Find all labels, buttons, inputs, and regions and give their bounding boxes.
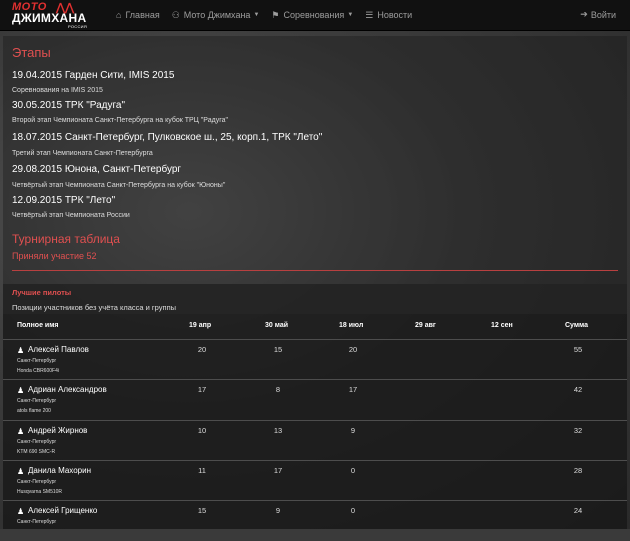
total-cell: 24 [573,506,583,515]
column-header-name: Полное имя [17,322,59,329]
total-cell: 55 [573,345,583,354]
nav-news[interactable]: ☰ Новости [365,10,412,21]
panel-subtitle: Позиции участников без учёта класса и гр… [12,303,177,312]
nav-competitions[interactable]: ⚑ Соревнования ▼ [271,10,353,21]
table-row: ♟ Алексей Грищенко Санкт-Петербург 15 9 … [3,500,627,541]
rider-city: Санкт-Петербург [17,439,57,445]
score-cell: 17 [273,466,283,475]
chevron-down-icon: ▼ [253,12,260,18]
standings-heading: Турнирная таблица [12,232,120,246]
rider-city: Санкт-Петербург [17,519,57,525]
column-header-stage1: 19 апр [189,322,212,329]
participants-count: Приняли участие 52 [12,251,97,261]
login-icon: ➔ [580,9,588,19]
user-icon: ♟ [17,346,25,355]
rider-bike: atols flame 200 [17,408,51,414]
rider-city: Санкт-Петербург [17,398,57,404]
rider-bike: Husqvarna SM510R [17,489,63,495]
rider-city: Санкт-Петербург [17,479,57,485]
stage-title[interactable]: 19.04.2015 Гарден Сити, IMIS 2015 [12,70,174,81]
login-label: Войти [590,9,616,20]
column-header-stage4: 29 авг [415,322,436,329]
score-cell: 10 [197,426,207,435]
total-cell: 42 [573,385,583,394]
site-logo[interactable]: МОТО ⋀⋀ ДЖИМХАНА РОССИЯ [10,0,98,30]
motorcycle-icon: ⚇ [171,9,180,20]
total-cell: 28 [573,466,583,475]
stage-description: Третий этап Чемпионата Санкт-Петербурга [12,150,153,157]
stage-title[interactable]: 30.05.2015 ТРК "Радуга" [12,100,125,111]
score-cell: 17 [348,385,358,394]
panel-header: Лучшие пилоты Позиции участников без учё… [3,284,627,314]
stage-description: Четвёртый этап Чемпионата России [12,212,130,219]
stage-title[interactable]: 29.08.2015 Юнона, Санкт-Петербург [12,164,181,175]
nav-moto-gymkhana-label: Мото Джимхана [183,10,251,20]
table-header: Полное имя 19 апр 30 май 18 июл 29 авг 1… [3,320,627,334]
list-icon: ☰ [365,9,374,20]
user-icon: ♟ [17,427,25,436]
score-cell: 0 [350,506,356,515]
table-row: ♟ Адриан Александров Санкт-Петербург ato… [3,379,627,420]
best-pilots-panel: Лучшие пилоты Позиции участников без учё… [3,284,627,529]
rider-name[interactable]: Адриан Александров [28,385,107,394]
rider-name[interactable]: Данила Махорин [28,466,91,475]
logo-main-text: ДЖИМХАНА [12,11,87,25]
table-row: ♟ Данила Махорин Санкт-Петербург Husqvar… [3,460,627,501]
rider-name[interactable]: Андрей Жирнов [28,426,87,435]
score-cell: 20 [197,345,207,354]
stage-description: Четвёртый этап Чемпионата Санкт-Петербур… [12,182,226,189]
total-cell: 32 [573,426,583,435]
rider-bike: KTM 690 SMC-R [17,449,56,455]
user-icon: ♟ [17,507,25,516]
rider-city: Санкт-Петербург [17,358,57,364]
column-header-total: Сумма [565,322,589,329]
score-cell: 11 [198,466,206,475]
nav-news-label: Новости [377,10,413,20]
chevron-down-icon: ▼ [347,12,354,18]
flag-icon: ⚑ [271,9,280,20]
score-cell: 15 [197,506,207,515]
nav-home-label: Главная [125,10,160,20]
panel-title: Лучшие пилоты [12,288,72,297]
score-cell: 15 [273,345,283,354]
column-header-stage2: 30 май [265,322,289,329]
table-row: ♟ Алексей Павлов Санкт-Петербург Honda C… [3,339,627,380]
rider-bike: Honda CBR600F4i [17,368,59,374]
user-icon: ♟ [17,386,25,395]
table-row: ♟ Андрей Жирнов Санкт-Петербург KTM 690 … [3,420,627,461]
logo-sub-text: РОССИЯ [68,24,88,29]
nav-moto-gymkhana[interactable]: ⚇ Мото Джимхана ▼ [172,10,260,21]
navbar: МОТО ⋀⋀ ДЖИМХАНА РОССИЯ ⌂ Главная ⚇ Мото… [0,0,630,31]
nav-home[interactable]: ⌂ Главная [116,10,160,20]
score-cell: 13 [273,426,283,435]
stage-title[interactable]: 12.09.2015 ТРК "Лето" [12,195,115,206]
score-cell: 0 [350,466,356,475]
stage-description: Второй этап Чемпионата Санкт-Петербурга … [12,117,228,124]
rider-name[interactable]: Алексей Павлов [28,345,89,354]
user-icon: ♟ [17,467,25,476]
nav-competitions-label: Соревнования [283,10,345,20]
column-header-stage3: 18 июл [339,322,364,329]
login-link[interactable]: ➔ Войти [580,9,616,20]
score-cell: 20 [348,345,358,354]
home-icon: ⌂ [116,10,122,20]
column-header-stage5: 12 сен [491,322,513,329]
stages-heading: Этапы [12,45,51,60]
divider [12,270,618,271]
score-cell: 9 [350,426,356,435]
stage-title[interactable]: 18.07.2015 Санкт-Петербург, Пулковское ш… [12,132,322,143]
score-cell: 17 [197,385,207,394]
score-cell: 8 [275,385,281,394]
stage-description: Соревнования на IMIS 2015 [12,87,103,94]
rider-name[interactable]: Алексей Грищенко [28,506,97,515]
score-cell: 9 [275,506,281,515]
main-content: Этапы 19.04.2015 Гарден Сити, IMIS 2015 … [3,36,627,529]
